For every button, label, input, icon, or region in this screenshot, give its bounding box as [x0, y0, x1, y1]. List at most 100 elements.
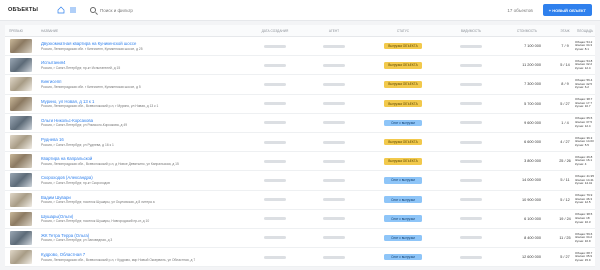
column-header-agent[interactable]: АГЕНТ [305, 29, 363, 33]
photo-cell [5, 96, 37, 111]
date-cell [245, 217, 305, 221]
property-thumbnail[interactable] [10, 77, 32, 92]
new-object-button[interactable]: + НОВЫЙ ОБЪЕКТ [542, 4, 592, 16]
date-cell [245, 255, 305, 259]
price-value: 5 700 000 [524, 101, 541, 106]
table-row[interactable]: Вадим Шувари Россия, г Санкт-Петербург, … [5, 191, 595, 210]
property-thumbnail[interactable] [10, 192, 32, 207]
property-thumbnail[interactable] [10, 211, 32, 226]
visibility-cell [443, 140, 499, 144]
date-cell [245, 236, 305, 240]
table-row[interactable]: ЖК Тетра Терра (Ольга) Россия, г Санкт-П… [5, 229, 595, 249]
status-badge[interactable]: Выгрузка ОБЪЕКТА [384, 157, 422, 165]
table-row[interactable]: Мурино, ул Новая, д 13 к 1 Россия, Ленин… [5, 95, 595, 114]
property-thumbnail[interactable] [10, 115, 32, 130]
area-value: Кухня: 10.7 [575, 104, 591, 109]
status-badge[interactable]: Снят с выгрузки [384, 119, 422, 127]
table-row[interactable]: Кингисепп Россия, Ленинградская обл. г К… [5, 75, 595, 95]
column-header-status[interactable]: СТАТУС [363, 29, 443, 33]
objects-count: 17 объектов [507, 7, 533, 13]
page-title: ОБЪЕКТЫ [8, 7, 39, 13]
redacted-visibility [460, 198, 482, 202]
redacted-visibility [460, 255, 482, 259]
property-thumbnail[interactable] [10, 39, 32, 54]
status-badge[interactable]: Выгрузка ОБЪЕКТА [384, 42, 422, 50]
floor-value: 5 / 11 [560, 178, 570, 183]
status-badge[interactable]: Снят с выгрузки [384, 234, 422, 242]
status-badge[interactable]: Снят с выгрузки [384, 177, 422, 184]
table-row[interactable]: Квартира на Капральской Россия, Ленингра… [5, 152, 595, 172]
area-value: Кухня: 14.41 [575, 181, 593, 186]
column-header-visibility[interactable]: ВИДИМОСТЬ [443, 29, 499, 33]
area-cell: Общая: 68.7 Жилая: 35.9 Кухня: 15.9 [575, 251, 595, 263]
object-address: Россия, г Санкт-Петербург, ул Заповедная… [41, 238, 113, 243]
table-row[interactable]: Скороходов (Александра) Россия, г Санкт-… [5, 171, 595, 191]
grid-view-button[interactable] [56, 5, 66, 15]
redacted-visibility [460, 140, 482, 144]
agent-cell [305, 140, 363, 144]
photo-cell [5, 58, 37, 73]
property-thumbnail[interactable] [10, 250, 32, 265]
date-cell [245, 102, 305, 106]
column-header-date[interactable]: ДАТА СОЗДАНИЯ [245, 29, 305, 33]
status-badge[interactable]: Выгрузка ОБЪЕКТА [384, 81, 422, 88]
redacted-visibility [460, 236, 482, 240]
price-value: 7 100 000 [524, 44, 541, 49]
name-cell: Скороходов (Александра) Россия, г Санкт-… [37, 175, 245, 185]
status-badge[interactable]: Выгрузка ОБЪЕКТА [384, 61, 422, 69]
table-header: ПРЕВЬЮ НАЗВАНИЕ ДАТА СОЗДАНИЯ АГЕНТ СТАТ… [5, 25, 595, 37]
property-thumbnail[interactable] [10, 135, 32, 150]
status-badge[interactable]: Выгрузка ОБЪЕКТА [384, 100, 422, 107]
redacted-date [264, 82, 286, 86]
status-badge[interactable]: Выгрузка ОБЪЕКТА [384, 138, 422, 146]
area-cell: Общая: 54.8 Жилая: 32.2 Кухня: 12.4 [575, 59, 595, 71]
floor-value: 19 / 24 [559, 216, 571, 221]
property-thumbnail[interactable] [10, 58, 32, 73]
table-row[interactable]: Испытания4 Россия, г Санкт-Петербург, пр… [5, 56, 595, 76]
table-row[interactable]: Руднева 16 Россия, г Санкт-Петербург, ул… [5, 133, 595, 153]
objects-table: ПРЕВЬЮ НАЗВАНИЕ ДАТА СОЗДАНИЯ АГЕНТ СТАТ… [5, 25, 595, 268]
date-cell [245, 121, 305, 125]
search-input[interactable] [100, 7, 280, 13]
column-header-name[interactable]: НАЗВАНИЕ [37, 29, 245, 33]
status-badge[interactable]: Снят с выгрузки [384, 253, 422, 261]
area-value: Кухня: 6.2 [575, 85, 589, 90]
redacted-date [264, 44, 286, 48]
list-view-button[interactable] [68, 5, 78, 15]
price-value: 6 600 000 [524, 140, 541, 145]
redacted-date [264, 255, 286, 259]
property-thumbnail[interactable] [10, 96, 32, 111]
floor-value: 11 / 25 [559, 235, 571, 240]
search-bar[interactable] [90, 7, 290, 13]
column-header-area[interactable]: ПЛОЩАДЬ [575, 29, 595, 33]
status-cell: Снят с выгрузки [363, 196, 443, 203]
column-header-photo[interactable]: ПРЕВЬЮ [5, 29, 37, 33]
status-badge[interactable]: Снят с выгрузки [384, 215, 422, 223]
status-cell: Выгрузка ОБЪЕКТА [363, 42, 443, 50]
redacted-agent [323, 63, 345, 67]
column-header-floor[interactable]: ЭТАЖ [555, 29, 575, 33]
object-address: Россия, Ленинградская обл. г Кингисепп, … [41, 46, 143, 51]
redacted-visibility [460, 63, 482, 67]
visibility-cell [443, 82, 499, 86]
floor-value: 5 / 12 [560, 197, 570, 202]
status-badge[interactable]: Снят с выгрузки [384, 196, 422, 203]
table-row[interactable]: Ольги Никольс-Корсакова Россия, г Санкт-… [5, 114, 595, 133]
date-cell [245, 198, 305, 202]
name-cell: Квартира на Капральской Россия, Ленингра… [37, 156, 245, 166]
table-row[interactable]: Шушары(Ольги) Россия, г Санкт-Петербург,… [5, 210, 595, 229]
area-cell: Общая: 26.8 Жилая: 16.1 Кухня: 4 [575, 155, 595, 167]
property-thumbnail[interactable] [10, 173, 32, 188]
table-row[interactable]: Двухкомнатная квартира на Куникенской шо… [5, 37, 595, 57]
floor-value: 7 / 9 [561, 44, 569, 49]
table-row[interactable]: Кудрово, Областная 7 Россия, Ленинградск… [5, 248, 595, 268]
property-thumbnail[interactable] [10, 154, 32, 169]
area-value: Кухня: 12.4 [575, 123, 591, 128]
redacted-date [264, 102, 286, 106]
object-address: Россия, Ленинградская обл., Всеволожский… [41, 104, 159, 109]
floor-value: 5 / 27 [560, 255, 570, 260]
status-cell: Выгрузка ОБЪЕКТА [363, 138, 443, 146]
property-thumbnail[interactable] [10, 230, 32, 245]
redacted-date [264, 217, 286, 221]
column-header-price[interactable]: СТОИМОСТЬ [499, 29, 555, 33]
